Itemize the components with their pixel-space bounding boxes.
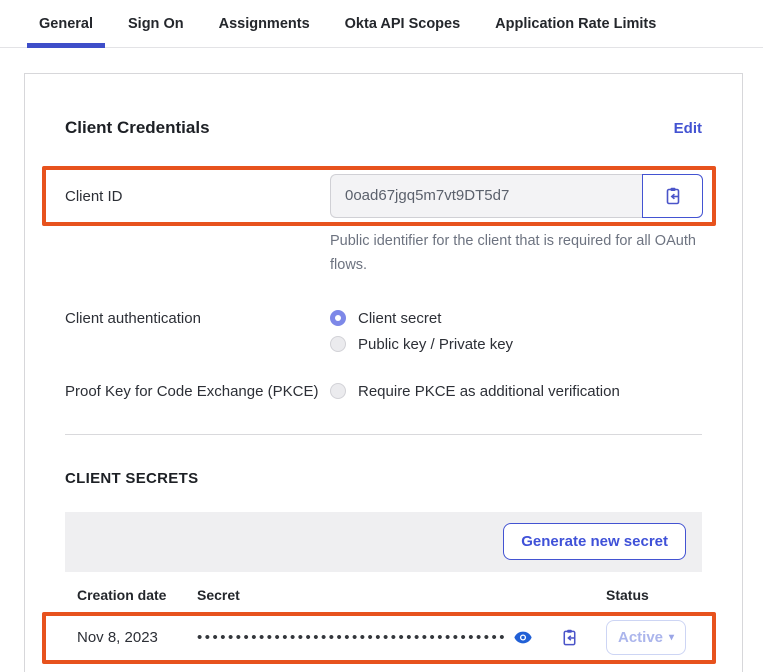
client-id-value-field[interactable]: 0oad67jgq5m7vt9DT5d7 bbox=[330, 174, 642, 218]
checkbox-unchecked-icon[interactable] bbox=[330, 383, 346, 399]
radio-unselected-icon[interactable] bbox=[330, 336, 346, 352]
masked-secret-value: •••••••••••••••••••••••••••••••••••••••• bbox=[197, 629, 507, 646]
client-authentication-options: Client secret Public key / Private key bbox=[330, 310, 513, 353]
section-title-client-credentials: Client Credentials bbox=[65, 118, 210, 138]
edit-link[interactable]: Edit bbox=[674, 120, 702, 137]
radio-option-label: Client secret bbox=[358, 310, 441, 327]
section-divider bbox=[65, 434, 702, 435]
secret-creation-date: Nov 8, 2023 bbox=[77, 629, 197, 646]
chevron-down-icon: ▾ bbox=[669, 632, 674, 643]
copy-secret-button[interactable] bbox=[560, 628, 579, 647]
generate-new-secret-button[interactable]: Generate new secret bbox=[503, 523, 686, 560]
tab-sign-on[interactable]: Sign On bbox=[116, 16, 196, 47]
client-authentication-row: Client authentication Client secret Publ… bbox=[65, 310, 702, 353]
radio-option-client-secret[interactable]: Client secret bbox=[330, 310, 513, 327]
secret-status-cell: Active ▾ bbox=[606, 620, 690, 655]
eye-icon bbox=[514, 631, 532, 644]
reveal-secret-button[interactable] bbox=[514, 631, 532, 644]
column-header-status: Status bbox=[606, 587, 690, 603]
client-credentials-header: Client Credentials Edit bbox=[65, 118, 702, 138]
client-id-label: Client ID bbox=[65, 188, 330, 205]
section-title-client-secrets: CLIENT SECRETS bbox=[65, 470, 702, 487]
tab-general[interactable]: General bbox=[27, 16, 105, 47]
status-dropdown-button[interactable]: Active ▾ bbox=[606, 620, 686, 655]
secrets-table-header: Creation date Secret Status bbox=[65, 572, 702, 616]
client-authentication-label: Client authentication bbox=[65, 310, 330, 327]
radio-option-label: Public key / Private key bbox=[358, 336, 513, 353]
pkce-checkbox-option[interactable]: Require PKCE as additional verification bbox=[330, 383, 620, 400]
radio-option-public-private-key[interactable]: Public key / Private key bbox=[330, 336, 513, 353]
column-header-secret: Secret bbox=[197, 587, 606, 603]
tab-assignments[interactable]: Assignments bbox=[207, 16, 322, 47]
clipboard-copy-icon bbox=[560, 628, 579, 647]
status-label: Active bbox=[618, 629, 663, 646]
client-id-copy-button[interactable] bbox=[642, 174, 703, 218]
secret-cell: •••••••••••••••••••••••••••••••••••••••• bbox=[197, 628, 606, 647]
client-secrets-toolbar: Generate new secret bbox=[65, 512, 702, 572]
clipboard-copy-icon bbox=[663, 186, 683, 206]
client-id-row: Client ID 0oad67jgq5m7vt9DT5d7 bbox=[65, 174, 702, 218]
secret-table-row: Nov 8, 2023 ••••••••••••••••••••••••••••… bbox=[65, 616, 702, 660]
radio-selected-icon[interactable] bbox=[330, 310, 346, 326]
pkce-option-label: Require PKCE as additional verification bbox=[358, 383, 620, 400]
client-id-help-text: Public identifier for the client that is… bbox=[330, 230, 702, 278]
pkce-row: Proof Key for Code Exchange (PKCE) Requi… bbox=[65, 383, 702, 400]
column-header-creation-date: Creation date bbox=[77, 587, 197, 603]
tab-okta-api-scopes[interactable]: Okta API Scopes bbox=[333, 16, 473, 47]
pkce-label: Proof Key for Code Exchange (PKCE) bbox=[65, 383, 330, 400]
settings-card: Client Credentials Edit Client ID 0oad67… bbox=[24, 73, 743, 672]
tab-bar: General Sign On Assignments Okta API Sco… bbox=[0, 0, 763, 48]
tab-application-rate-limits[interactable]: Application Rate Limits bbox=[483, 16, 668, 47]
client-id-control: 0oad67jgq5m7vt9DT5d7 bbox=[330, 174, 703, 218]
